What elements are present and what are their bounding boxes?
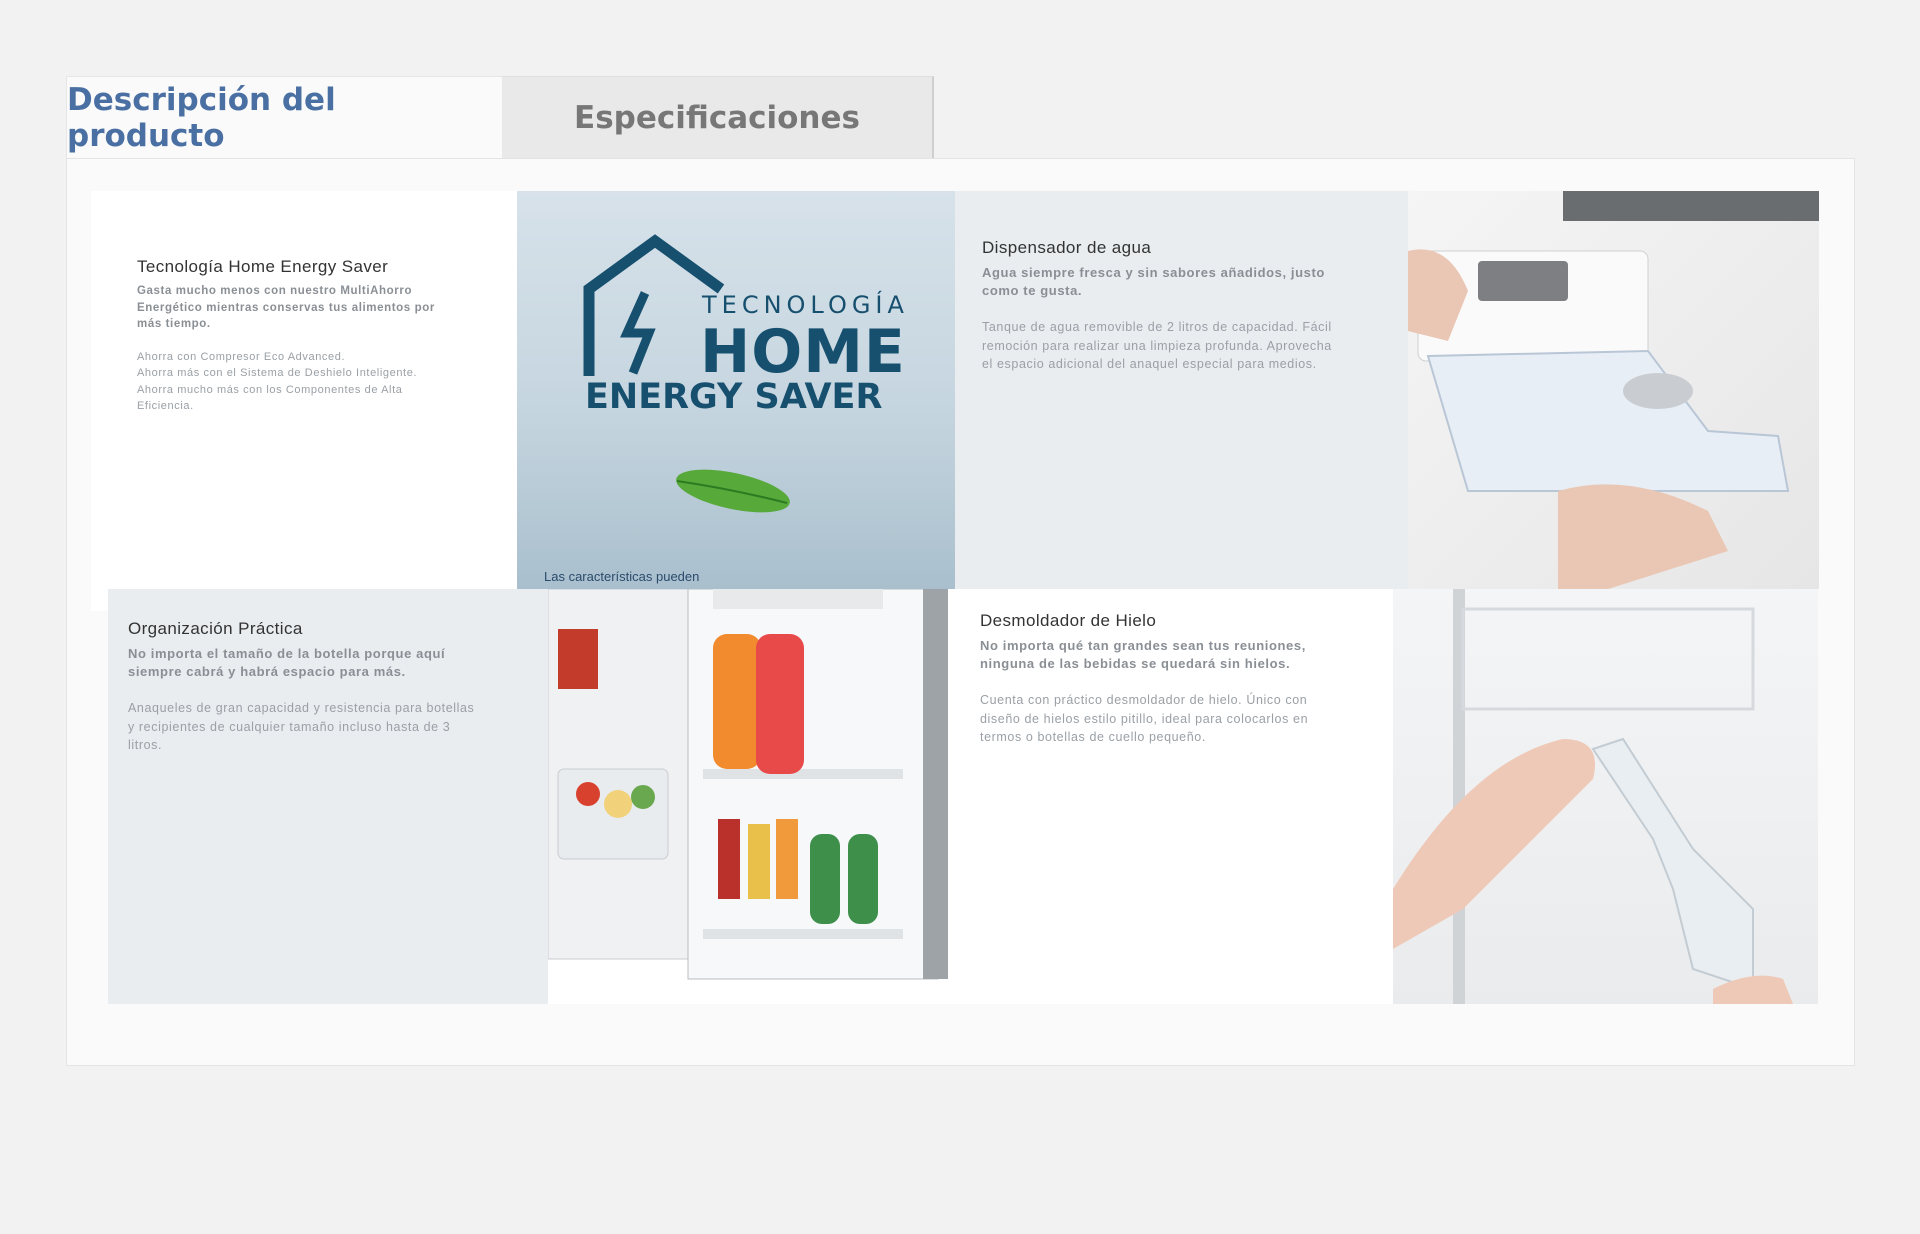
water-text-card: Dispensador de agua Agua siempre fresca …	[955, 191, 1408, 589]
ice-illustration	[1393, 589, 1793, 1004]
product-tabs: Descripción del producto Especificacione…	[66, 76, 934, 158]
ice-release-image	[1393, 589, 1818, 1004]
tab-panel: Tecnología Home Energy Saver Gasta mucho…	[66, 158, 1855, 1066]
energy-line-2: Ahorra más con el Sistema de Deshielo In…	[137, 367, 418, 379]
energy-line-1: Ahorra con Compresor Eco Advanced.	[137, 350, 346, 363]
water-tank-image	[1408, 191, 1819, 589]
logo-note: Las características pueden	[544, 569, 700, 584]
ice-body: Cuenta con práctico desmoldador de hielo…	[980, 693, 1309, 744]
water-lead: Agua siempre fresca y sin sabores añadid…	[982, 265, 1325, 298]
energy-saver-logo-image: TECNOLOGÍA HOME ENERGY SAVER Las caracte…	[517, 191, 955, 589]
organization-lead: No importa el tamaño de la botella porqu…	[128, 646, 446, 679]
ice-title: Desmoldador de Hielo	[980, 611, 1157, 630]
energy-lines: Ahorra con Compresor Eco Advanced. Ahorr…	[137, 349, 437, 415]
energy-title: Tecnología Home Energy Saver	[137, 257, 389, 276]
energy-text-card: Tecnología Home Energy Saver Gasta mucho…	[91, 191, 517, 611]
organization-body: Anaqueles de gran capacidad y resistenci…	[128, 701, 475, 752]
open-fridge-image	[548, 589, 955, 1004]
tab-description[interactable]: Descripción del producto	[66, 76, 502, 158]
energy-lead: Gasta mucho menos con nuestro MultiAhorr…	[137, 285, 435, 330]
water-tank-illustration	[1408, 191, 1819, 589]
water-body: Tanque de agua removible de 2 litros de …	[982, 320, 1332, 371]
energy-line-3: Ahorra mucho más con los Componentes de …	[137, 383, 403, 413]
organization-text-card: Organización Práctica No importa el tama…	[108, 589, 548, 1004]
logo-tecnologia: TECNOLOGÍA	[702, 291, 909, 319]
organization-title: Organización Práctica	[128, 619, 303, 638]
ice-lead: No importa qué tan grandes sean tus reun…	[980, 638, 1306, 671]
tab-specifications[interactable]: Especificaciones	[502, 76, 934, 158]
water-title: Dispensador de agua	[982, 238, 1152, 257]
ice-text-card: Desmoldador de Hielo No importa qué tan …	[955, 589, 1393, 1004]
logo-energy-saver: ENERGY SAVER	[585, 377, 883, 417]
fridge-illustration	[548, 589, 948, 980]
